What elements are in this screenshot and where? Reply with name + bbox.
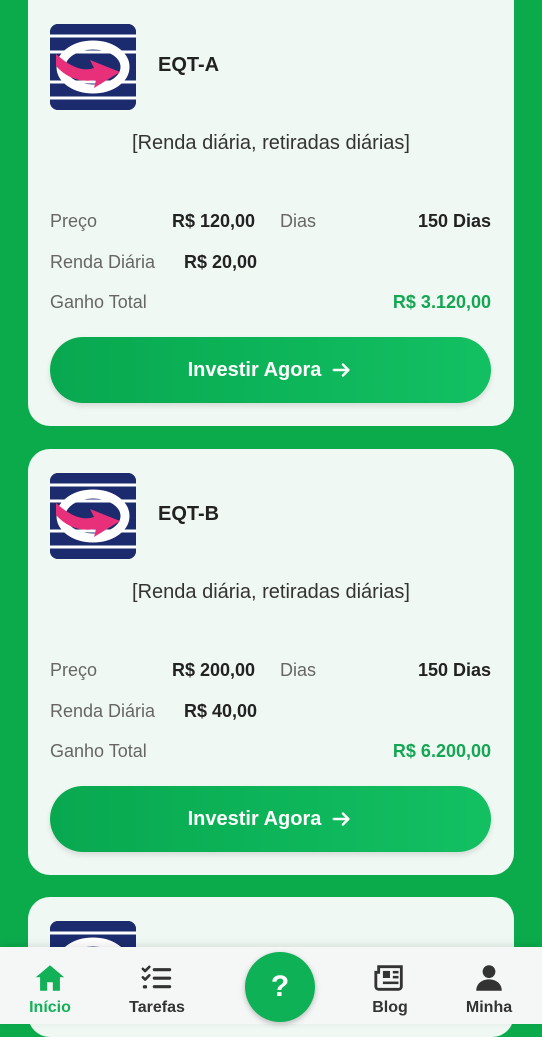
logo-icon <box>50 24 136 110</box>
nav-label: Minha <box>465 999 513 1016</box>
product-card-eqt-b: EQT-B [Renda diária, retiradas diárias] … <box>28 449 514 875</box>
task-list-icon <box>141 965 172 989</box>
product-logo <box>50 24 136 110</box>
days-label: Dias <box>280 660 317 680</box>
arrow-right-icon <box>332 812 350 826</box>
product-description: [Renda diária, retiradas diárias] <box>132 132 410 154</box>
product-name: EQT-B <box>158 503 220 525</box>
daily-income-label: Renda Diária <box>50 701 156 721</box>
days-value: 150 Dias <box>417 660 491 680</box>
total-gain-label: Ganho Total <box>50 292 147 312</box>
nav-item-profile[interactable]: Minha <box>444 947 534 1024</box>
arrow-right-icon <box>332 363 350 377</box>
newspaper-icon <box>374 965 403 991</box>
price-value: R$ 200,00 <box>172 660 256 680</box>
invest-button-label: Investir Agora <box>187 358 322 381</box>
days-label: Dias <box>280 211 317 231</box>
nav-item-home[interactable]: Início <box>5 947 95 1024</box>
daily-income-value: R$ 20,00 <box>184 252 258 272</box>
bottom-navigation: Início Tarefas ? Blog Minha <box>0 947 542 1024</box>
invest-now-button[interactable]: Investir Agora <box>50 337 491 403</box>
nav-item-blog[interactable]: Blog <box>345 947 435 1024</box>
total-gain-label: Ganho Total <box>50 741 147 761</box>
nav-item-tasks[interactable]: Tarefas <box>112 947 202 1024</box>
nav-label: Tarefas <box>129 999 185 1016</box>
price-label: Preço <box>50 660 98 680</box>
home-icon <box>35 965 65 991</box>
days-value: 150 Dias <box>417 211 491 231</box>
total-gain-value: R$ 3.120,00 <box>392 292 491 312</box>
help-button[interactable]: ? <box>245 952 315 1022</box>
price-label: Preço <box>50 211 98 231</box>
user-icon <box>476 965 502 991</box>
daily-income-label: Renda Diária <box>50 252 156 272</box>
invest-button-label: Investir Agora <box>187 807 322 830</box>
total-gain-value: R$ 6.200,00 <box>392 741 491 761</box>
daily-income-value: R$ 40,00 <box>184 701 258 721</box>
nav-label: Início <box>29 999 71 1016</box>
invest-now-button[interactable]: Investir Agora <box>50 786 491 852</box>
product-description: [Renda diária, retiradas diárias] <box>132 581 410 603</box>
product-name: EQT-A <box>158 54 220 76</box>
product-card-eqt-a: EQT-A [Renda diária, retiradas diárias] … <box>28 0 514 426</box>
logo-icon <box>50 473 136 559</box>
product-logo <box>50 473 136 559</box>
nav-label: Blog <box>372 999 408 1016</box>
price-value: R$ 120,00 <box>172 211 256 231</box>
